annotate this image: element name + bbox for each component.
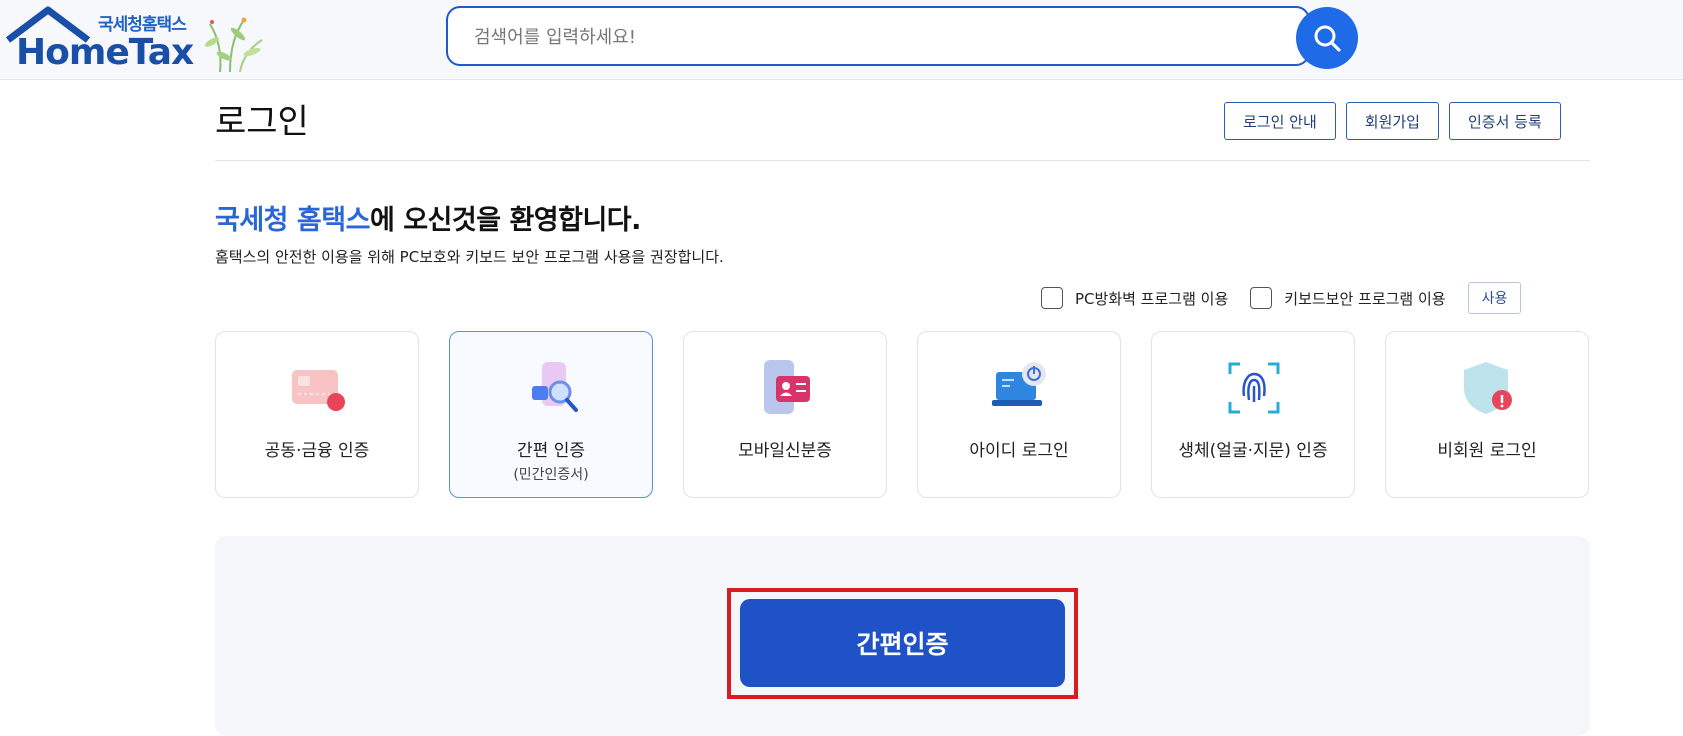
login-guide-button[interactable]: 로그인 안내 <box>1224 102 1336 140</box>
simple-auth-button[interactable]: 간편인증 <box>740 599 1065 687</box>
login-method-guest[interactable]: 비회원 로그인 <box>1385 331 1589 498</box>
login-method-label: 생체(얼굴·지문) 인증 <box>1178 441 1328 461</box>
firewall-checkbox[interactable]: PC방화벽 프로그램 이용 <box>1041 287 1228 309</box>
login-method-certificate[interactable]: 공동·금융 인증 <box>215 331 419 498</box>
checkbox-box[interactable] <box>1041 287 1063 309</box>
plant-decoration-icon <box>204 17 263 73</box>
fingerprint-icon <box>1228 362 1280 414</box>
keyboard-security-checkbox[interactable]: 키보드보안 프로그램 이용 <box>1250 287 1446 309</box>
shield-guest-icon <box>1464 362 1512 414</box>
simple-auth-icon <box>532 362 578 412</box>
firewall-label: PC방화벽 프로그램 이용 <box>1075 289 1229 308</box>
title-divider <box>215 160 1590 161</box>
security-options: PC방화벽 프로그램 이용 키보드보안 프로그램 이용 사용 <box>1041 282 1522 314</box>
search-box[interactable] <box>446 6 1310 66</box>
mobile-id-icon <box>764 360 810 414</box>
top-button-group: 로그인 안내 회원가입 인증서 등록 <box>1224 102 1561 140</box>
login-method-label: 아이디 로그인 <box>969 441 1069 461</box>
welcome-highlight: 국세청 홈택스 <box>215 205 370 236</box>
login-method-id-login[interactable]: 아이디 로그인 <box>917 331 1121 498</box>
checkbox-box[interactable] <box>1250 287 1273 309</box>
login-method-list: 공동·금융 인증 간편 인증 (민간인증서) 모바일신분증 아이디 로그인 생체… <box>215 331 1589 498</box>
welcome-heading: 국세청 홈택스에 오신것을 환영합니다. <box>215 198 641 237</box>
register-certificate-button[interactable]: 인증서 등록 <box>1448 102 1561 140</box>
signup-button[interactable]: 회원가입 <box>1345 102 1439 140</box>
id-login-laptop-icon <box>992 362 1046 406</box>
logo-english-text: HomeTax <box>16 32 194 73</box>
login-method-label: 공동·금융 인증 <box>264 441 370 461</box>
login-method-sublabel: (민간인증서) <box>513 467 589 483</box>
certificate-card-icon <box>292 370 345 411</box>
search-icon <box>1314 25 1341 52</box>
use-button[interactable]: 사용 <box>1467 282 1522 314</box>
page-title: 로그인 <box>215 102 309 142</box>
hometax-logo[interactable]: 국세청홈택스 HomeTax <box>4 6 274 74</box>
login-method-label: 비회원 로그인 <box>1437 441 1537 461</box>
login-method-mobile-id[interactable]: 모바일신분증 <box>683 331 887 498</box>
login-method-label: 모바일신분증 <box>738 441 832 461</box>
top-header: 국세청홈택스 HomeTax <box>0 0 1683 80</box>
security-recommendation-text: 홈택스의 안전한 이용을 위해 PC보호와 키보드 보안 프로그램 사용을 권장… <box>215 248 724 266</box>
login-method-label: 간편 인증 <box>517 441 585 461</box>
keyboard-security-label: 키보드보안 프로그램 이용 <box>1284 289 1446 308</box>
search-input[interactable] <box>474 21 1254 53</box>
search-button[interactable] <box>1296 7 1358 69</box>
login-method-biometric[interactable]: 생체(얼굴·지문) 인증 <box>1151 331 1355 498</box>
login-method-simple-auth[interactable]: 간편 인증 (민간인증서) <box>449 331 653 498</box>
welcome-rest: 에 오신것을 환영합니다. <box>369 205 641 236</box>
